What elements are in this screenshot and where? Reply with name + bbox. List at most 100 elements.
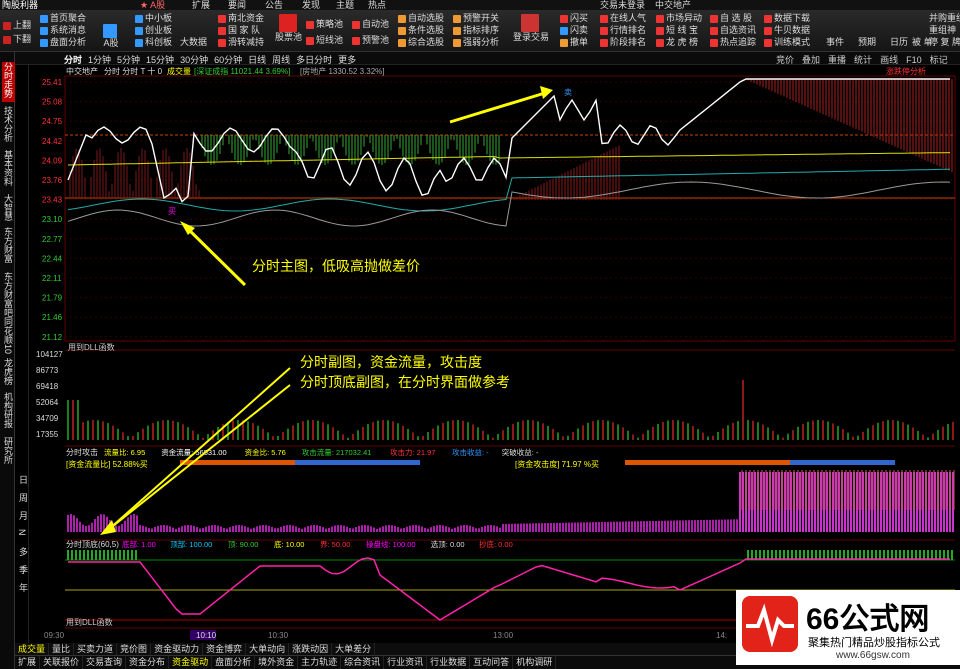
- tb-strength[interactable]: 强弱分析: [453, 37, 499, 48]
- tb-home[interactable]: 首页聚合: [40, 13, 86, 24]
- tb-gem[interactable]: 创业板: [135, 25, 172, 36]
- menu-expand[interactable]: 扩展: [192, 0, 210, 10]
- btab-industry-news[interactable]: 行业资讯: [384, 656, 428, 669]
- tab-fund-game[interactable]: 资金博弈: [203, 643, 247, 655]
- nav-institute[interactable]: 研究所: [2, 437, 15, 464]
- period-1m[interactable]: 1分钟: [88, 55, 111, 65]
- btab-industry-data[interactable]: 行业数据: [427, 656, 471, 669]
- nav2-year[interactable]: 年: [17, 583, 30, 592]
- tb-shortline[interactable]: 短 线 宝: [656, 25, 698, 36]
- tb-indicator-sort[interactable]: 指标排序: [453, 25, 499, 36]
- tb-reduce[interactable]: 滑转减持: [218, 37, 264, 48]
- period-week[interactable]: 周线: [272, 55, 290, 65]
- intraday-chart[interactable]: 中交地产 分时 分时 T 十 0 成交量 [深证成指 11021.44 3.69…: [30, 65, 960, 640]
- tb-northsouth[interactable]: 南北资金: [218, 13, 264, 24]
- tb-sysmsg[interactable]: 系统消息: [40, 25, 86, 36]
- tb-popularity[interactable]: 在线人气: [600, 13, 646, 24]
- btab-fund-dist[interactable]: 资金分布: [126, 656, 170, 669]
- tb-ashare[interactable]: A股: [103, 24, 119, 49]
- page-down-button[interactable]: 下翻: [3, 34, 31, 45]
- tb-strategy-pool[interactable]: 策略池: [306, 19, 343, 30]
- tab-cause[interactable]: 涨跌动因: [289, 643, 333, 655]
- tab-volratio[interactable]: 量比: [49, 643, 75, 655]
- menu-a-shares[interactable]: ★ A股: [140, 0, 165, 10]
- tb-fav-news[interactable]: 自选资讯: [710, 25, 756, 36]
- period-15m[interactable]: 15分钟: [146, 55, 174, 65]
- tb-star[interactable]: 科创板: [135, 37, 172, 48]
- nav2-season[interactable]: 季: [17, 565, 30, 574]
- btab-news[interactable]: 综合资讯: [341, 656, 385, 669]
- tb-stock-pool[interactable]: 股票池: [275, 14, 302, 43]
- tb-stage-rank[interactable]: 阶段排名: [600, 37, 646, 48]
- tb-calendar[interactable]: 日历: [890, 37, 908, 48]
- nav-eastmoney-bar[interactable]: 东方财富吧: [2, 272, 15, 317]
- tb-market-analysis[interactable]: 盘面分析: [40, 37, 86, 48]
- period-multiday[interactable]: 多日分时: [296, 55, 332, 65]
- nav-lhb[interactable]: 龙虎榜: [2, 358, 15, 385]
- tb-training[interactable]: 训练模式: [764, 37, 810, 48]
- btab-analysis[interactable]: 盘面分析: [212, 656, 256, 669]
- btn-stats[interactable]: 统计: [854, 55, 872, 65]
- tb-combo-select[interactable]: 综合选股: [398, 37, 444, 48]
- tb-restructure[interactable]: 重组神: [929, 25, 956, 36]
- btab-main-track[interactable]: 主力轨迹: [298, 656, 342, 669]
- btn-draw[interactable]: 画线: [880, 55, 898, 65]
- tb-dragon-tiger[interactable]: 龙 虎 榜: [656, 37, 698, 48]
- tab-big-order[interactable]: 大单动向: [246, 643, 290, 655]
- menu-theme[interactable]: 主题: [336, 0, 354, 10]
- nav-reports[interactable]: 机构研报: [2, 392, 15, 428]
- tb-auto-select[interactable]: 自动选股: [398, 13, 444, 24]
- tb-cancel[interactable]: 撤单: [560, 37, 588, 48]
- tb-alert-pool[interactable]: 预警池: [352, 35, 389, 46]
- tb-cond-select[interactable]: 条件选股: [398, 25, 444, 36]
- period-30m[interactable]: 30分钟: [180, 55, 208, 65]
- btn-replay[interactable]: 重播: [828, 55, 846, 65]
- nav-fenshi[interactable]: 分时走势: [2, 62, 15, 102]
- menu-news[interactable]: 要闻: [228, 0, 246, 10]
- tb-favorites[interactable]: 自 选 股: [710, 13, 752, 24]
- btab-quote[interactable]: 关联报价: [40, 656, 84, 669]
- period-60m[interactable]: 60分钟: [214, 55, 242, 65]
- nav-ths[interactable]: 同花顺10: [2, 317, 15, 354]
- nav-eastmoney[interactable]: 东方财富: [2, 227, 15, 263]
- btn-mark[interactable]: 标记: [930, 55, 948, 65]
- tb-hot-track[interactable]: 热点追踪: [710, 37, 756, 48]
- btab-fund-drive[interactable]: 资金驱动: [169, 656, 213, 669]
- login-status[interactable]: 交易未登录: [600, 0, 645, 10]
- period-day[interactable]: 日线: [248, 55, 266, 65]
- nav-tech[interactable]: 技术分析: [2, 106, 15, 142]
- tab-fund-drive[interactable]: 资金驱动力: [151, 643, 204, 655]
- page-up-button[interactable]: 上翻: [3, 20, 31, 31]
- period-5m[interactable]: 5分钟: [117, 55, 140, 65]
- btn-overlay[interactable]: 叠加: [802, 55, 820, 65]
- tab-volume[interactable]: 成交量: [15, 643, 50, 655]
- btab-expand[interactable]: 扩展: [15, 656, 41, 669]
- nav-basic[interactable]: 基本资料: [2, 150, 15, 186]
- tb-merge[interactable]: 并购重组: [929, 13, 960, 24]
- tb-ranking[interactable]: 行情排名: [600, 25, 646, 36]
- tb-expect[interactable]: 预期: [858, 37, 876, 48]
- nav-dzh[interactable]: 大智慧: [2, 194, 15, 221]
- nav2-multi[interactable]: 多: [17, 547, 30, 556]
- btab-research[interactable]: 机构调研: [513, 656, 557, 669]
- tab-force[interactable]: 买卖力道: [74, 643, 118, 655]
- tb-quilt[interactable]: 被 单: [912, 37, 933, 48]
- btab-foreign[interactable]: 境外资金: [255, 656, 299, 669]
- menu-discover[interactable]: 发现: [302, 0, 320, 10]
- btn-auction[interactable]: 竞价: [776, 55, 794, 65]
- period-fenshi[interactable]: 分时: [64, 55, 82, 65]
- btab-qa[interactable]: 互动问答: [470, 656, 514, 669]
- nav2-week[interactable]: 周: [17, 493, 30, 502]
- menu-hot[interactable]: 热点: [368, 0, 386, 10]
- tab-diff[interactable]: 大单差分: [332, 643, 376, 655]
- tb-event[interactable]: 事件: [826, 37, 844, 48]
- tb-suspend[interactable]: 停 复 牌: [929, 37, 960, 48]
- tb-niubei[interactable]: 牛贝数据: [764, 25, 810, 36]
- nav2-n[interactable]: N: [17, 529, 27, 536]
- btn-f10[interactable]: F10: [906, 55, 922, 65]
- tb-short-pool[interactable]: 短线池: [306, 35, 343, 46]
- tab-auction-chart[interactable]: 竞价图: [117, 643, 152, 655]
- tb-auto-pool[interactable]: 自动池: [352, 19, 389, 30]
- tb-sme[interactable]: 中小板: [135, 13, 172, 24]
- tb-national-team[interactable]: 国 家 队: [218, 25, 260, 36]
